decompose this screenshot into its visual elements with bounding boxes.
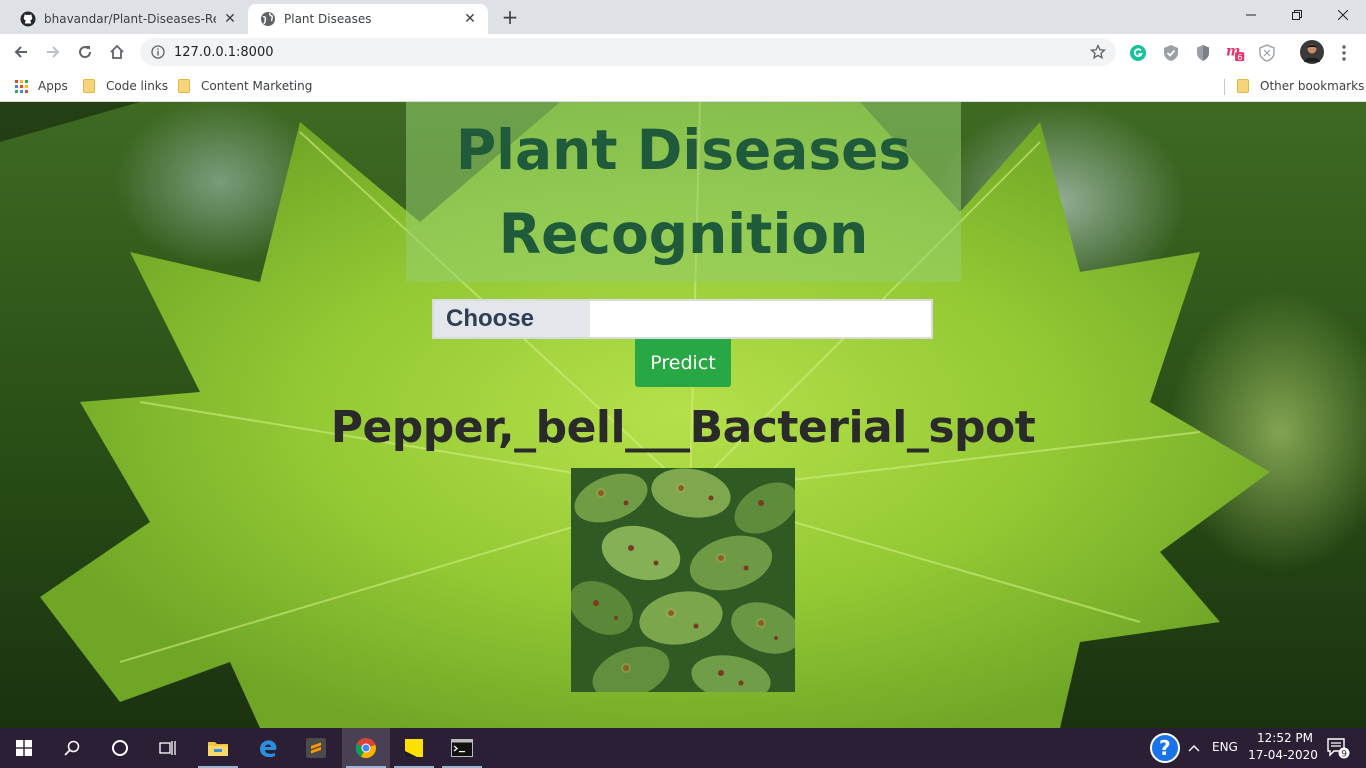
minimize-icon[interactable] — [1228, 0, 1274, 30]
file-name-display[interactable] — [590, 301, 931, 337]
shield-outline-icon[interactable] — [1257, 43, 1277, 63]
clock-date[interactable]: 17-04-2020 — [1248, 748, 1318, 762]
file-upload-field[interactable]: Choose — [432, 299, 933, 339]
bookmark-label: Content Marketing — [201, 79, 313, 93]
bookmark-apps[interactable]: Apps — [15, 76, 68, 96]
bookmark-separator — [1224, 79, 1225, 95]
window-controls — [1228, 0, 1366, 30]
close-window-icon[interactable] — [1320, 0, 1366, 30]
grammarly-icon[interactable] — [1128, 43, 1148, 63]
tab-github[interactable]: bhavandar/Plant-Diseases-Recog ✕ — [8, 4, 248, 34]
address-bar[interactable]: 127.0.0.1:8000 — [140, 38, 1116, 66]
shield-icon[interactable] — [1193, 43, 1213, 63]
terminal-icon[interactable] — [438, 728, 486, 768]
windows-start-icon[interactable] — [0, 728, 48, 768]
sticky-notes-icon[interactable] — [390, 728, 438, 768]
folder-icon — [1237, 79, 1249, 93]
clock-time[interactable]: 12:52 PM — [1254, 731, 1316, 745]
chrome-icon[interactable] — [342, 728, 390, 768]
bookmarks-bar: Apps Code links Content Marketing Other … — [0, 71, 1366, 102]
notification-icon[interactable]: 9 — [1318, 728, 1358, 768]
bookmark-other[interactable]: Other bookmarks — [1237, 76, 1364, 96]
sublime-text-icon[interactable] — [292, 728, 340, 768]
new-tab-button[interactable]: + — [498, 6, 522, 30]
apps-grid-icon — [15, 79, 28, 93]
shield-check-icon[interactable] — [1161, 43, 1181, 63]
title-panel: Plant Diseases Recognition — [406, 102, 961, 282]
folder-icon — [83, 79, 95, 93]
tab-strip: bhavandar/Plant-Diseases-Recog ✕ Plant D… — [0, 0, 1366, 34]
tab-title: Plant Diseases — [284, 12, 372, 26]
avatar[interactable] — [1300, 40, 1324, 64]
browser-toolbar: 127.0.0.1:8000 m6 — [0, 34, 1366, 71]
back-icon[interactable] — [8, 39, 34, 65]
close-icon[interactable]: ✕ — [222, 11, 238, 27]
task-view-icon[interactable] — [144, 728, 192, 768]
predict-button[interactable]: Predict — [635, 339, 731, 387]
prediction-result: Pepper,_bell___Bacterial_spot — [330, 402, 1036, 453]
bookmark-content-marketing[interactable]: Content Marketing — [178, 76, 312, 96]
close-icon[interactable]: ✕ — [462, 11, 478, 27]
page-title: Plant Diseases Recognition — [455, 118, 912, 266]
mailtrack-icon[interactable]: m6 — [1226, 43, 1246, 63]
globe-icon — [260, 11, 276, 27]
windows-taskbar: ? ENG 12:52 PM 17-04-2020 9 — [0, 728, 1366, 768]
tab-plant-diseases[interactable]: Plant Diseases ✕ — [248, 4, 488, 34]
bookmark-star-icon[interactable] — [1089, 43, 1107, 60]
bookmark-label: Other bookmarks — [1260, 79, 1365, 93]
reload-icon[interactable] — [72, 39, 98, 65]
file-explorer-icon[interactable] — [194, 728, 242, 768]
page-background: Plant Diseases Recognition Choose Predic… — [0, 102, 1366, 728]
tab-title: bhavandar/Plant-Diseases-Recog — [44, 12, 216, 26]
folder-icon — [178, 79, 190, 93]
search-icon[interactable] — [48, 728, 96, 768]
bookmark-code-links[interactable]: Code links — [83, 76, 168, 96]
cortana-icon[interactable] — [96, 728, 144, 768]
choose-file-button[interactable]: Choose — [434, 301, 590, 337]
restore-icon[interactable] — [1274, 0, 1320, 30]
tray-expand-icon[interactable] — [1180, 728, 1208, 768]
info-icon[interactable] — [150, 44, 166, 60]
edge-icon[interactable] — [244, 728, 292, 768]
url-text: 127.0.0.1:8000 — [174, 44, 274, 60]
home-icon[interactable] — [104, 39, 130, 65]
uploaded-leaf-image — [571, 468, 795, 692]
svg-text:6: 6 — [1237, 52, 1242, 62]
menu-dots-icon[interactable] — [1334, 43, 1354, 63]
bookmark-label: Apps — [38, 79, 68, 93]
forward-icon[interactable] — [40, 39, 66, 65]
github-icon — [20, 11, 36, 27]
svg-text:9: 9 — [1341, 750, 1347, 760]
bookmark-label: Code links — [106, 79, 169, 93]
language-indicator[interactable]: ENG — [1212, 740, 1238, 754]
svg-text:?: ? — [1159, 736, 1171, 760]
